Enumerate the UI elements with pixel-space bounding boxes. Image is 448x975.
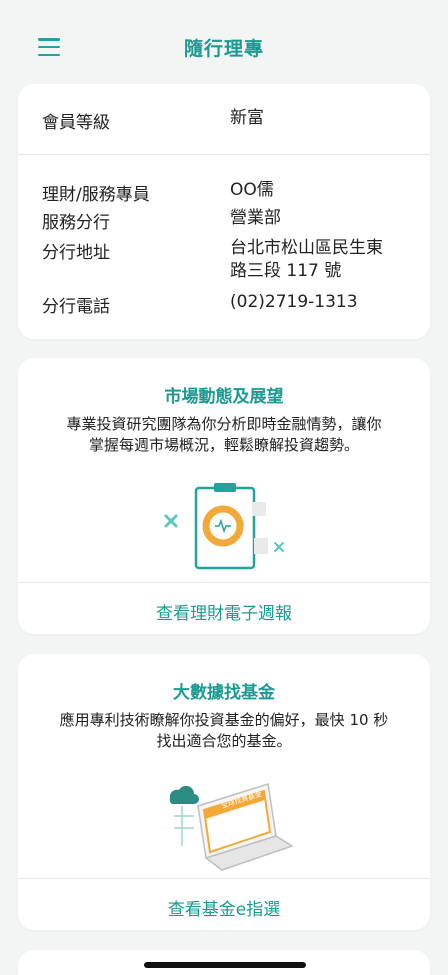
clipboard-report-illustration [164,483,284,570]
address-line-1: 台北市松山區民生東 [230,238,383,258]
member-level-value: 新富 [230,108,264,128]
advisor-label: 理財/服務專員 [42,185,150,205]
advisor-value: OO儒 [230,180,274,200]
page-title: 隨行理專 [183,38,264,60]
fund-title: 大數據找基金 [173,683,275,703]
profile-card: 會員等級 新富 理財/服務專員 OO儒 服務分行 營業部 分行地址 台北市松山區… [18,84,430,339]
divider [18,878,430,879]
address-value[interactable]: 台北市松山區民生東 路三段 117 號 [230,237,383,283]
market-description: 專業投資研究團隊為你分析即時金融情勢，讓你 掌握每週市場概況，輕鬆瞭解投資趨勢。 [40,414,408,456]
home-indicator [144,962,306,968]
view-fund-picker-link[interactable]: 查看基金e指選 [18,895,430,920]
fund-desc-line-1: 應用專利技術瞭解你投資基金的偏好，最快 10 秒 [59,711,389,729]
address-line-2: 路三段 117 號 [230,261,342,281]
market-desc-line-2: 掌握每週市場概況，輕鬆瞭解投資趨勢。 [88,436,359,454]
divider [18,154,430,155]
branch-label: 服務分行 [42,213,110,233]
address-label: 分行地址 [42,243,110,263]
market-outlook-card: 市場動態及展望 專業投資研究團隊為你分析即時金融情勢，讓你 掌握每週市場概況，輕… [18,358,430,634]
laptop-cloud-illustration: 全球找資基金 [169,783,294,871]
fund-finder-card: 大數據找基金 應用專利技術瞭解你投資基金的偏好，最快 10 秒 找出適合您的基金… [18,654,430,930]
market-desc-line-1: 專業投資研究團隊為你分析即時金融情勢，讓你 [66,415,382,433]
branch-value: 營業部 [230,208,281,228]
fund-description: 應用專利技術瞭解你投資基金的偏好，最快 10 秒 找出適合您的基金。 [40,710,408,752]
market-title: 市場動態及展望 [164,387,284,407]
fund-desc-line-2: 找出適合您的基金。 [156,732,292,750]
phone-value[interactable]: (02)2719-1313 [230,291,358,314]
divider [18,582,430,583]
app-header: 隨行理專 [0,0,448,92]
view-weekly-report-link[interactable]: 查看理財電子週報 [18,599,430,624]
phone-label: 分行電話 [42,297,110,317]
member-level-label: 會員等級 [42,113,110,133]
